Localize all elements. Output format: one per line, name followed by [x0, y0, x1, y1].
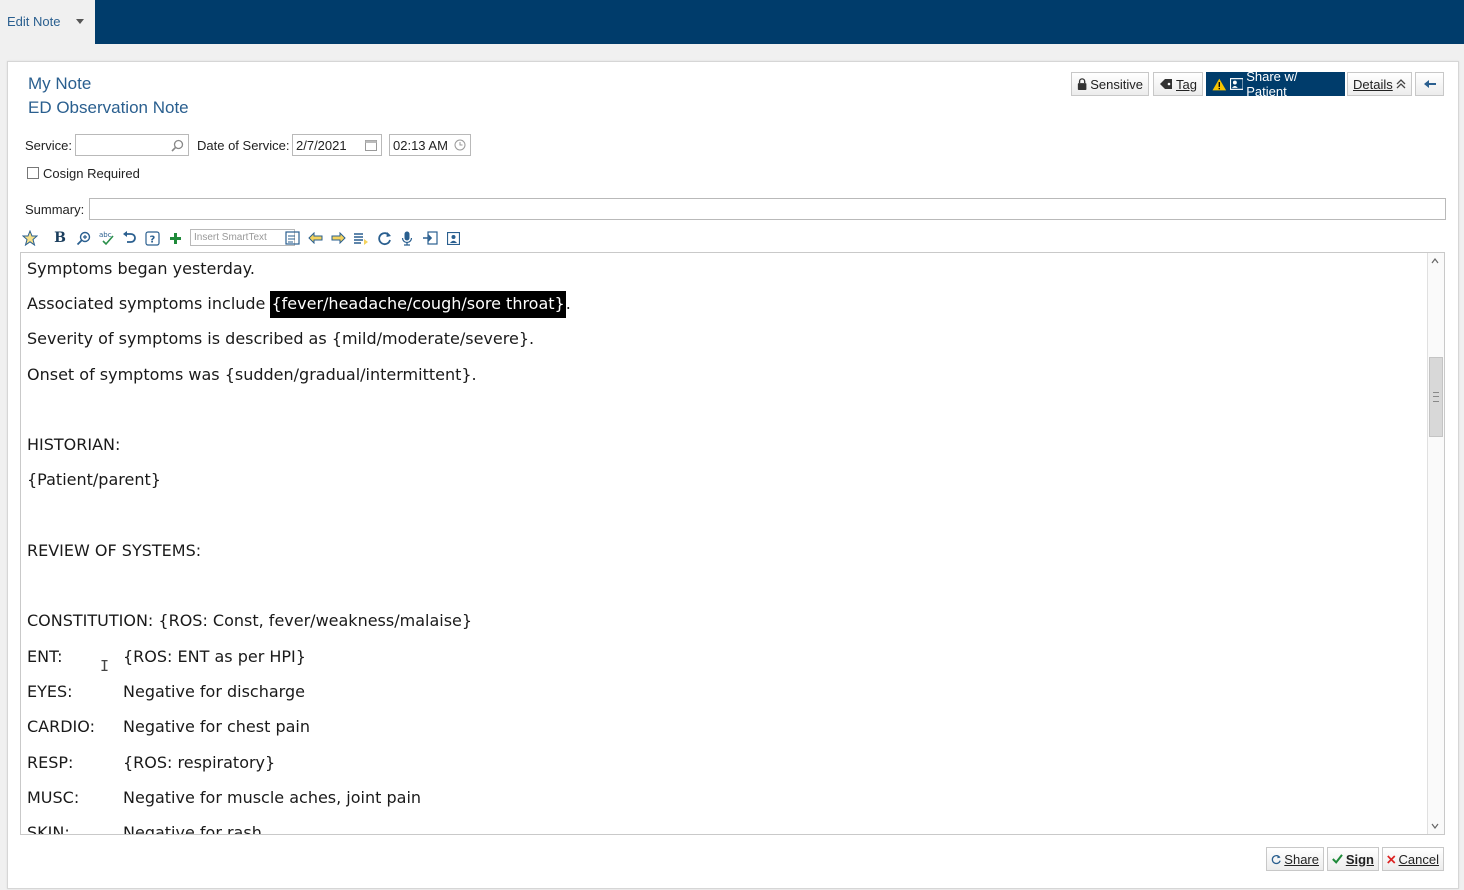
note-line: Symptoms began yesterday.: [27, 259, 255, 278]
service-input[interactable]: [75, 134, 189, 156]
details-button[interactable]: Details: [1347, 72, 1412, 96]
clock-icon[interactable]: [454, 139, 466, 151]
share-button[interactable]: Share: [1266, 847, 1324, 871]
ros-heading: REVIEW OF SYSTEMS:: [27, 541, 202, 560]
patient-info-icon[interactable]: [443, 228, 463, 248]
close-icon: [1387, 854, 1396, 864]
sensitive-label: Sensitive: [1090, 76, 1143, 92]
share-cycle-icon: [1271, 854, 1281, 864]
cosign-required-checkbox[interactable]: [27, 167, 39, 179]
tab-edit-note[interactable]: Edit Note: [0, 0, 95, 44]
spellcheck-icon[interactable]: abc: [96, 228, 116, 248]
share-with-patient-label: Share w/ Patient: [1246, 69, 1298, 99]
sign-button[interactable]: Sign: [1327, 847, 1379, 871]
service-label: Service:: [25, 138, 72, 153]
insert-smarttext-input[interactable]: Insert SmartText: [190, 229, 295, 246]
note-line-prefix: Associated symptoms include: [27, 294, 271, 313]
top-bar: [0, 0, 1464, 44]
ros-row-label: ENT:: [27, 647, 63, 666]
date-value: 2/7/2021: [296, 137, 347, 153]
editor-scrollbar[interactable]: [1427, 253, 1444, 834]
ros-row-label: MUSC:: [27, 788, 80, 807]
undo-icon[interactable]: [119, 228, 139, 248]
time-of-service-input[interactable]: 02:13 AM: [389, 134, 471, 156]
cancel-button[interactable]: Cancel: [1382, 847, 1444, 871]
scrollbar-thumb[interactable]: [1429, 357, 1443, 437]
chevron-down-icon[interactable]: [76, 19, 84, 24]
summary-input[interactable]: [89, 198, 1446, 220]
historian-value: {Patient/parent}: [27, 470, 161, 489]
share-with-patient-button[interactable]: Share w/ Patient: [1206, 69, 1345, 99]
calendar-icon[interactable]: [365, 139, 377, 151]
scroll-down-icon[interactable]: [1431, 822, 1439, 830]
ros-row-label: RESP:: [27, 753, 74, 772]
arrow-left-icon: [1423, 80, 1436, 88]
help-icon[interactable]: ?: [142, 228, 162, 248]
svg-text:abc: abc: [99, 231, 112, 239]
ros-row-label: SKIN:: [27, 823, 70, 834]
add-icon[interactable]: [165, 228, 185, 248]
scroll-up-icon[interactable]: [1431, 257, 1439, 265]
search-icon[interactable]: [171, 139, 184, 152]
time-value: 02:13 AM: [393, 137, 448, 153]
historian-heading: HISTORIAN:: [27, 435, 121, 454]
warning-icon: [1212, 78, 1227, 90]
tag-label: Tag: [1176, 76, 1197, 92]
chevron-double-up-icon: [1396, 79, 1406, 89]
svg-text:?: ?: [149, 234, 155, 245]
note-line: Associated symptoms include {fever/heada…: [27, 291, 571, 318]
tag-button[interactable]: Tag: [1153, 72, 1203, 96]
insert-list-icon[interactable]: [351, 228, 371, 248]
favorite-star-icon[interactable]: [20, 228, 40, 248]
smarttext-list-icon[interactable]: [282, 228, 302, 248]
text-cursor-icon: I: [100, 657, 110, 675]
note-title: My Note: [28, 74, 92, 93]
note-line: Onset of symptoms was {sudden/gradual/in…: [27, 365, 477, 384]
ros-row-value: Negative for rash: [123, 823, 262, 834]
ros-row-value: Negative for chest pain: [123, 717, 310, 736]
note-editor[interactable]: Symptoms began yesterday. Associated sym…: [20, 252, 1445, 835]
date-of-service-label: Date of Service:: [197, 138, 290, 153]
grip-icon: [1433, 392, 1439, 402]
insert-smarttext-placeholder: Insert SmartText: [194, 232, 267, 243]
ros-row-value: {ROS: respiratory}: [123, 753, 276, 772]
note-line-suffix: .: [565, 294, 571, 313]
ros-row-value: Negative for discharge: [123, 682, 305, 701]
checkmark-icon: [1332, 854, 1343, 864]
date-of-service-input[interactable]: 2/7/2021: [292, 134, 382, 156]
smartlist-selected[interactable]: {fever/headache/cough/sore throat}: [270, 291, 566, 318]
import-icon[interactable]: [420, 228, 440, 248]
back-button[interactable]: [1415, 72, 1444, 96]
cancel-label: Cancel: [1398, 851, 1439, 867]
ros-row-label: CARDIO:: [27, 717, 95, 736]
lock-icon: [1077, 78, 1087, 90]
sensitive-button[interactable]: Sensitive: [1071, 72, 1149, 96]
details-label: Details: [1353, 76, 1393, 92]
refresh-icon[interactable]: [374, 228, 394, 248]
note-text[interactable]: Symptoms began yesterday. Associated sym…: [27, 253, 1422, 834]
note-panel: My Note ED Observation Note Sensitive Ta…: [7, 61, 1459, 889]
summary-label: Summary:: [25, 202, 85, 217]
ros-row-label: EYES:: [27, 682, 73, 701]
share-label: Share: [1284, 851, 1319, 867]
previous-field-icon[interactable]: [305, 228, 325, 248]
tab-label: Edit Note: [7, 14, 61, 29]
ros-row-value: Negative for muscle aches, joint pain: [123, 788, 422, 807]
microphone-icon[interactable]: [397, 228, 417, 248]
sign-label: Sign: [1345, 851, 1374, 867]
zoom-icon[interactable]: [73, 228, 93, 248]
ros-constitution: CONSTITUTION: {ROS: Const, fever/weaknes…: [27, 611, 473, 630]
next-field-icon[interactable]: [328, 228, 348, 248]
bold-icon[interactable]: B: [50, 228, 70, 248]
tag-icon: [1160, 79, 1172, 89]
cosign-required-label: Cosign Required: [43, 166, 140, 181]
note-type: ED Observation Note: [28, 98, 189, 117]
ros-row-value: {ROS: ENT as per HPI}: [123, 647, 306, 666]
editor-toolbar: B abc ? Insert SmartText: [20, 228, 460, 248]
patient-icon: [1229, 78, 1244, 90]
note-line: Severity of symptoms is described as {mi…: [27, 329, 535, 348]
